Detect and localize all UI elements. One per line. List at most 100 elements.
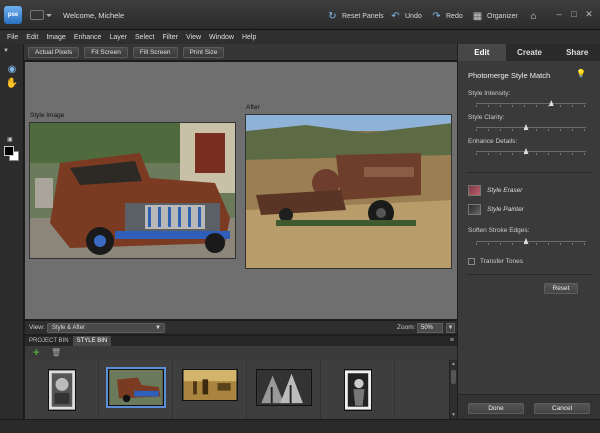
after-label: After: [246, 104, 260, 111]
home-button[interactable]: ⌂: [528, 10, 539, 22]
bin-thumbnail[interactable]: [321, 360, 395, 419]
reset-icon: ↻: [328, 10, 337, 22]
thumbnail-sepia-landscape: [182, 369, 238, 401]
style-eraser-icon: [468, 185, 481, 196]
menu-help[interactable]: Help: [242, 34, 256, 41]
menu-filter[interactable]: Filter: [162, 34, 178, 41]
tab-edit[interactable]: Edit: [458, 44, 506, 61]
style-eraser-tool[interactable]: Style Eraser: [468, 185, 522, 196]
title-bar: pse Welcome, Michele ↻ Reset Panels ↶ Un…: [0, 0, 600, 30]
status-bar: [0, 419, 600, 433]
style-image-graphic: [30, 123, 235, 258]
undo-label: Undo: [405, 12, 422, 20]
style-eraser-label: Style Eraser: [487, 187, 523, 194]
foreground-color-swatch[interactable]: [4, 146, 14, 156]
style-intensity-label: Style Intensity:: [468, 90, 511, 97]
after-image[interactable]: [245, 114, 452, 269]
zoom-label: Zoom:: [397, 324, 416, 331]
bin-scrollbar[interactable]: ▲ ▼: [449, 360, 457, 419]
view-dropdown-value: Style & After: [52, 325, 86, 331]
soften-edges-slider[interactable]: [476, 238, 586, 245]
slider-ticks: [476, 153, 586, 155]
close-icon[interactable]: ✕: [584, 9, 594, 19]
done-button[interactable]: Done: [468, 403, 524, 414]
panel-tabs: Edit Create Share: [458, 44, 600, 61]
undo-icon: ↶: [391, 10, 400, 22]
redo-label: Redo: [446, 12, 463, 20]
slider-ticks: [476, 105, 586, 107]
view-dropdown[interactable]: Style & After ▼: [47, 323, 165, 333]
redo-button[interactable]: ↷ Redo: [431, 10, 463, 22]
actual-pixels-button[interactable]: Actual Pixels: [28, 46, 80, 58]
zoom-field[interactable]: 50%: [417, 323, 443, 333]
panel-title: Photomerge Style Match: [468, 71, 551, 80]
menu-bar: File Edit Image Enhance Layer Select Fil…: [0, 30, 600, 44]
tab-create[interactable]: Create: [506, 44, 554, 61]
menu-enhance[interactable]: Enhance: [74, 34, 102, 41]
hand-tool-icon[interactable]: ✋: [5, 78, 19, 90]
scroll-up-icon[interactable]: ▲: [451, 361, 456, 367]
print-size-button[interactable]: Print Size: [182, 46, 225, 58]
minimize-icon[interactable]: –: [554, 9, 564, 19]
bin-menu-icon[interactable]: ≡: [450, 336, 454, 346]
zoom-tool-icon[interactable]: ◉: [5, 64, 19, 76]
bin-thumbnail[interactable]: [247, 360, 321, 419]
tab-project-bin[interactable]: PROJECT BIN: [25, 336, 73, 346]
menu-view[interactable]: View: [186, 34, 201, 41]
transfer-tones-checkbox[interactable]: [468, 258, 475, 265]
bin-tabs: PROJECT BIN STYLE BIN ≡: [25, 336, 457, 346]
bin-thumbnail[interactable]: [173, 360, 247, 419]
enhance-details-slider[interactable]: [476, 148, 586, 155]
view-label: View:: [29, 324, 45, 331]
bin-toolbar: + 🗑: [25, 346, 457, 360]
style-clarity-slider[interactable]: [476, 124, 586, 131]
trash-icon[interactable]: 🗑: [51, 348, 61, 358]
organizer-button[interactable]: ▦ Organizer: [472, 10, 518, 22]
workspace-mode-button[interactable]: [30, 10, 52, 20]
bin-thumbnail[interactable]: [25, 360, 99, 419]
organizer-label: Organizer: [487, 12, 518, 20]
options-bar: Actual Pixels Fit Screen Fill Screen Pri…: [24, 44, 457, 61]
menu-edit[interactable]: Edit: [26, 34, 38, 41]
menu-image[interactable]: Image: [46, 34, 65, 41]
scroll-thumb[interactable]: [451, 370, 456, 384]
reset-button[interactable]: Reset: [544, 283, 578, 294]
bin-thumbnail[interactable]: [99, 360, 173, 419]
add-style-icon[interactable]: +: [33, 347, 39, 359]
menu-file[interactable]: File: [7, 34, 18, 41]
style-image[interactable]: [29, 122, 236, 259]
fill-screen-button[interactable]: Fill Screen: [132, 46, 178, 58]
soften-edges-label: Soften Stroke Edges:: [468, 227, 530, 234]
tab-share[interactable]: Share: [553, 44, 600, 61]
slider-track: [476, 151, 586, 152]
app-logo: pse: [4, 6, 22, 24]
fit-screen-button[interactable]: Fit Screen: [84, 46, 128, 58]
reset-panels-button[interactable]: ↻ Reset Panels: [327, 10, 384, 22]
zoom-dropdown-icon[interactable]: ▼: [446, 323, 455, 333]
slider-track: [476, 241, 586, 242]
menu-window[interactable]: Window: [209, 34, 234, 41]
after-image-graphic: [246, 115, 451, 268]
panel-footer: Done Cancel: [458, 394, 600, 419]
default-colors-icon[interactable]: ▣: [3, 134, 17, 146]
slider-ticks: [476, 129, 586, 131]
transfer-tones-option[interactable]: Transfer Tones: [468, 258, 523, 265]
undo-button[interactable]: ↶ Undo: [390, 10, 422, 22]
scroll-down-icon[interactable]: ▼: [451, 412, 456, 418]
menu-select[interactable]: Select: [135, 34, 154, 41]
style-painter-tool[interactable]: Style Painter: [468, 204, 524, 215]
menu-layer[interactable]: Layer: [109, 34, 127, 41]
style-bin-strip: ▲ ▼: [25, 360, 457, 419]
tab-style-bin[interactable]: STYLE BIN: [72, 336, 112, 346]
reset-panels-label: Reset Panels: [342, 12, 384, 20]
organizer-icon: ▦: [472, 10, 483, 22]
tool-strip: ◉ ✋ ▣: [0, 44, 24, 419]
transfer-tones-label: Transfer Tones: [480, 258, 523, 265]
lightbulb-icon[interactable]: 💡: [576, 69, 586, 80]
style-intensity-slider[interactable]: [476, 100, 586, 107]
cancel-button[interactable]: Cancel: [534, 403, 590, 414]
style-painter-label: Style Painter: [487, 206, 524, 213]
document-canvas[interactable]: Style Image After: [25, 62, 457, 319]
options-collapse-icon[interactable]: ▼: [3, 48, 9, 54]
restore-icon[interactable]: □: [569, 9, 579, 19]
